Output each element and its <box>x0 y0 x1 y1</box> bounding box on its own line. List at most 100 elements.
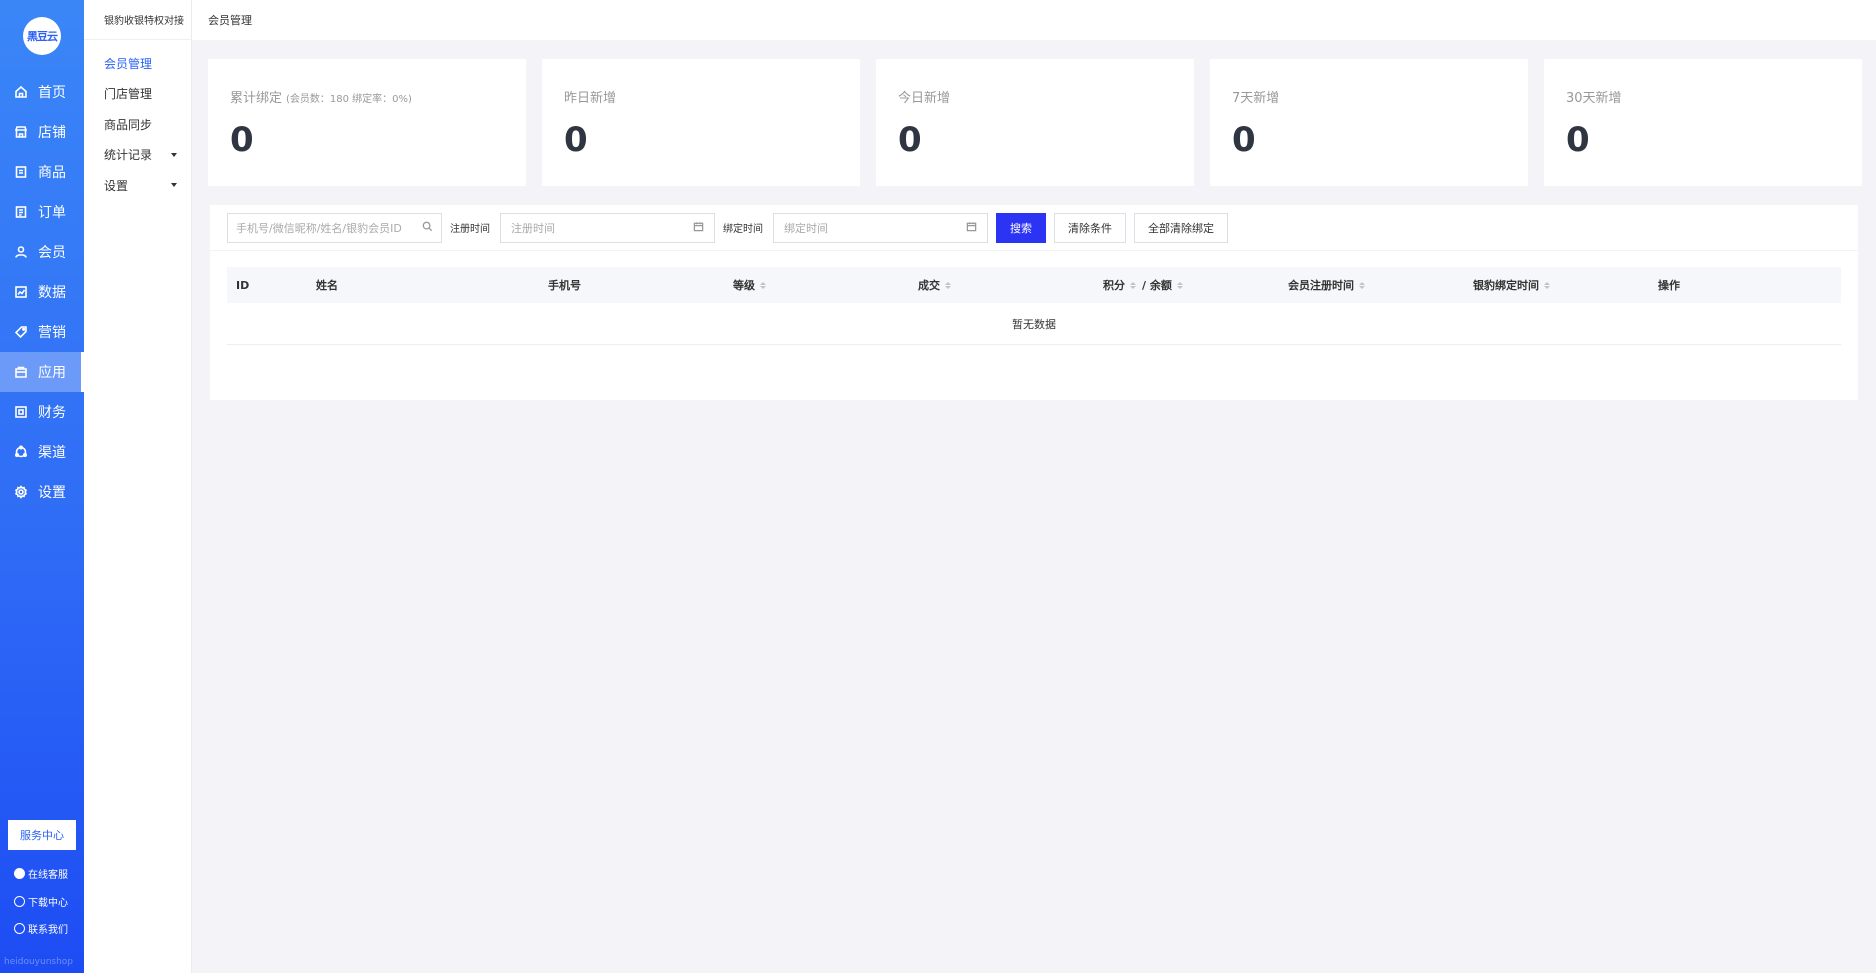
subnav-label: 统计记录 <box>104 148 153 163</box>
nav-item-marketing[interactable]: 营销 <box>0 312 84 352</box>
bind-time-placeholder: 绑定时间 <box>784 221 828 235</box>
column-label: 操作 <box>1658 279 1680 292</box>
bind-time-picker[interactable]: 绑定时间 <box>773 212 988 243</box>
subnav-list: 会员管理 门店管理 商品同步 统计记录 设置 <box>84 40 191 201</box>
contact-us-link[interactable]: 联系我们 <box>14 921 68 936</box>
nav-item-product[interactable]: 商品 <box>0 152 84 192</box>
product-icon <box>14 165 28 179</box>
subnav-label: 商品同步 <box>104 117 153 132</box>
table-header: ID 姓名 手机号 等级 成交 积分 / 余额 会员注册时间 银豹绑定时间 操作 <box>227 267 1841 303</box>
stat-label: 30天新增 <box>1566 91 1622 106</box>
finance-icon <box>14 405 28 419</box>
download-icon <box>14 896 25 907</box>
nav-label: 商品 <box>38 165 66 181</box>
nav-item-settings[interactable]: 设置 <box>0 472 84 512</box>
register-time-picker[interactable]: 注册时间 <box>500 212 715 243</box>
caret-down-icon <box>171 183 177 188</box>
service-center-button[interactable]: 服务中心 <box>8 820 76 850</box>
primary-sidebar: 黑豆云 首页 店铺 商品 订单 会员 数据 营销 应用 财务 渠道 设置 服务中… <box>0 0 84 973</box>
column-header-phone: 手机号 <box>539 277 724 293</box>
member-table: ID 姓名 手机号 等级 成交 积分 / 余额 会员注册时间 银豹绑定时间 操作… <box>227 267 1841 345</box>
message-icon <box>14 923 25 934</box>
sort-icon[interactable] <box>1176 281 1183 289</box>
clear-filters-button[interactable]: 清除条件 <box>1054 212 1126 243</box>
column-header-register-time[interactable]: 会员注册时间 <box>1279 277 1464 293</box>
column-label: 会员注册时间 <box>1288 279 1354 292</box>
caret-down-icon <box>171 152 177 157</box>
column-label: ID <box>236 278 250 292</box>
sort-icon[interactable] <box>945 281 951 289</box>
subnav-item-product-sync[interactable]: 商品同步 <box>84 109 191 140</box>
nav-item-store[interactable]: 店铺 <box>0 112 84 152</box>
column-header-deal[interactable]: 成交 <box>909 277 1094 293</box>
stat-label-row: 今日新增 <box>898 87 1172 106</box>
subnav-label: 门店管理 <box>104 87 153 102</box>
chart-icon <box>14 285 28 299</box>
subnav-item-member-management[interactable]: 会员管理 <box>84 48 191 79</box>
nav-label: 设置 <box>38 485 66 501</box>
nav-label: 渠道 <box>38 445 66 461</box>
store-icon <box>14 125 28 139</box>
bind-time-label: 绑定时间 <box>723 224 763 235</box>
sort-icon[interactable] <box>1544 281 1550 289</box>
search-button[interactable]: 搜索 <box>996 212 1046 243</box>
stat-label-row: 累计绑定 (会员数：180 绑定率：0%) <box>230 87 504 106</box>
download-center-link[interactable]: 下载中心 <box>14 894 68 909</box>
nav-label: 会员 <box>38 245 66 261</box>
nav-item-app[interactable]: 应用 <box>0 352 84 392</box>
stat-card-today: 今日新增 0 <box>876 59 1194 186</box>
breadcrumb: 会员管理 <box>208 14 252 27</box>
nav-item-member[interactable]: 会员 <box>0 232 84 272</box>
subnav-item-settings[interactable]: 设置 <box>84 170 191 201</box>
filter-bar: 手机号/微信昵称/姓名/银豹会员ID 注册时间 注册时间 绑定时间 绑定时间 搜… <box>210 205 1858 251</box>
column-header-bind-time[interactable]: 银豹绑定时间 <box>1464 277 1649 293</box>
nav-item-home[interactable]: 首页 <box>0 72 84 112</box>
calendar-icon <box>693 221 704 235</box>
column-header-name: 姓名 <box>307 277 539 293</box>
register-time-label: 注册时间 <box>450 224 490 235</box>
nav-label: 应用 <box>38 365 66 381</box>
clear-all-bindings-button[interactable]: 全部清除绑定 <box>1134 212 1228 243</box>
stat-value: 0 <box>1232 120 1256 160</box>
column-header-actions: 操作 <box>1649 277 1829 293</box>
subnav-item-statistics[interactable]: 统计记录 <box>84 140 191 171</box>
column-label: 银豹绑定时间 <box>1473 279 1539 292</box>
home-icon <box>14 85 28 99</box>
gear-icon <box>14 485 28 499</box>
sort-icon[interactable] <box>1359 281 1365 289</box>
brand-logo[interactable]: 黑豆云 <box>23 17 61 55</box>
online-service-label: 在线客服 <box>28 870 68 881</box>
tag-icon <box>14 325 28 339</box>
stat-label: 累计绑定 <box>230 91 283 106</box>
nav-item-data[interactable]: 数据 <box>0 272 84 312</box>
user-icon <box>14 245 28 259</box>
nav-label: 店铺 <box>38 125 66 141</box>
search-placeholder: 手机号/微信昵称/姓名/银豹会员ID <box>236 221 402 235</box>
stat-value: 0 <box>898 120 922 160</box>
column-label: 手机号 <box>548 279 581 292</box>
chat-icon <box>14 868 25 879</box>
online-service-link[interactable]: 在线客服 <box>14 866 68 881</box>
search-icon <box>422 221 433 235</box>
subnav-item-store-management[interactable]: 门店管理 <box>84 79 191 110</box>
stat-note: (会员数：180 绑定率：0%) <box>286 94 412 105</box>
nav-item-channel[interactable]: 渠道 <box>0 432 84 472</box>
order-icon <box>14 205 28 219</box>
stat-label-row: 昨日新增 <box>564 87 838 106</box>
nav-label: 数据 <box>38 285 66 301</box>
nav-item-order[interactable]: 订单 <box>0 192 84 232</box>
stat-label: 昨日新增 <box>564 91 617 106</box>
search-input[interactable]: 手机号/微信昵称/姓名/银豹会员ID <box>227 212 442 243</box>
register-time-placeholder: 注册时间 <box>511 221 555 235</box>
sort-icon[interactable] <box>760 281 766 289</box>
column-header-level[interactable]: 等级 <box>724 277 909 293</box>
nav-item-finance[interactable]: 财务 <box>0 392 84 432</box>
secondary-sidebar: 银豹收银特权对接 会员管理 门店管理 商品同步 统计记录 设置 <box>84 0 192 973</box>
stat-value: 0 <box>230 120 254 160</box>
sort-icon[interactable] <box>1130 281 1136 289</box>
column-header-points-balance[interactable]: 积分 / 余额 <box>1094 277 1279 293</box>
column-label: 成交 <box>918 279 940 292</box>
subnav-title: 银豹收银特权对接 <box>84 0 191 40</box>
stat-label-row: 30天新增 <box>1566 87 1840 106</box>
stat-card-total-bound: 累计绑定 (会员数：180 绑定率：0%) 0 <box>208 59 526 186</box>
